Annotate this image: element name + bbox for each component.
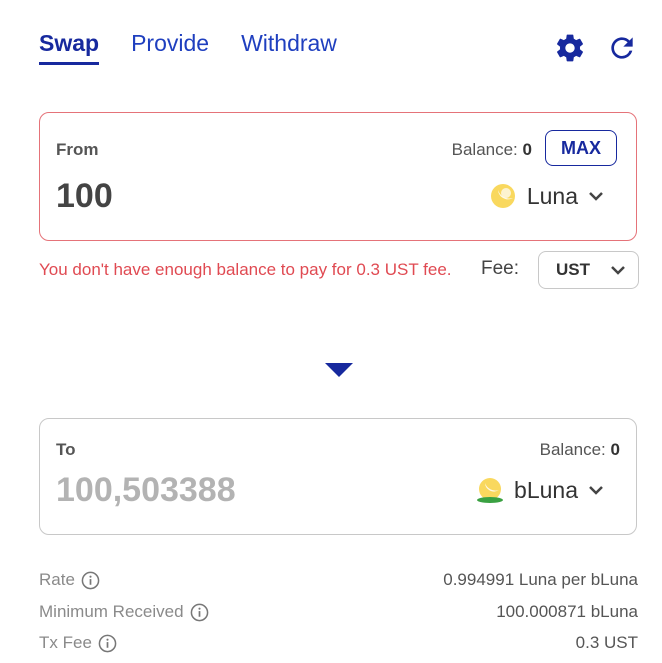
chevron-down-icon [611,266,625,275]
to-balance-label: Balance: [539,440,606,459]
from-panel: From Balance: 0 MAX 100 Luna [39,112,637,241]
max-button[interactable]: MAX [545,130,617,166]
fee-label: Fee: [481,258,520,279]
minimum-received-label: Minimum Received [39,602,184,621]
tab-provide[interactable]: Provide [131,30,209,65]
info-icon[interactable] [190,603,209,622]
rate-value: 0.994991 Luna per bLuna [443,570,638,589]
bluna-coin-icon [477,478,504,503]
to-balance-value: 0 [610,440,620,459]
from-amount-input[interactable]: 100 [56,177,113,216]
to-amount-input[interactable]: 100,503388 [56,471,236,510]
to-panel: To Balance: 0 100,503388 bLuna [39,418,637,535]
rate-row: Rate 0.994991 Luna per bLuna [39,570,638,590]
tx-fee-value: 0.3 UST [575,633,638,652]
from-balance: Balance: 0 [452,140,532,160]
from-balance-label: Balance: [451,140,518,159]
tab-swap[interactable]: Swap [39,30,100,65]
from-asset-selector[interactable]: Luna [489,182,604,210]
info-icon[interactable] [98,634,117,653]
tab-bar: Swap Provide Withdraw [39,30,337,65]
insufficient-balance-error: You don't have enough balance to pay for… [39,260,452,279]
from-balance-value: 0 [522,140,532,159]
to-asset-selector[interactable]: bLuna [476,476,604,504]
tx-fee-row: Tx Fee 0.3 UST [39,633,638,653]
minimum-received-row: Minimum Received 100.000871 bLuna [39,602,638,622]
refresh-icon[interactable] [606,32,638,64]
to-balance: Balance: 0 [540,440,620,460]
luna-coin-icon [490,184,515,208]
tab-withdraw[interactable]: Withdraw [241,30,337,65]
minimum-received-value: 100.000871 bLuna [496,602,638,621]
gear-icon[interactable] [554,32,586,64]
to-label: To [56,440,76,459]
fee-currency-value: UST [556,260,590,279]
to-asset-name: bLuna [514,476,578,503]
from-asset-name: Luna [526,182,578,209]
from-label: From [56,140,99,159]
fee-currency-select[interactable]: UST [538,251,639,289]
tx-fee-label: Tx Fee [39,633,92,652]
swap-direction-arrow-icon[interactable] [324,362,354,378]
info-icon[interactable] [81,571,100,590]
rate-label: Rate [39,570,75,589]
chevron-down-icon [589,192,603,201]
chevron-down-icon [589,486,603,495]
